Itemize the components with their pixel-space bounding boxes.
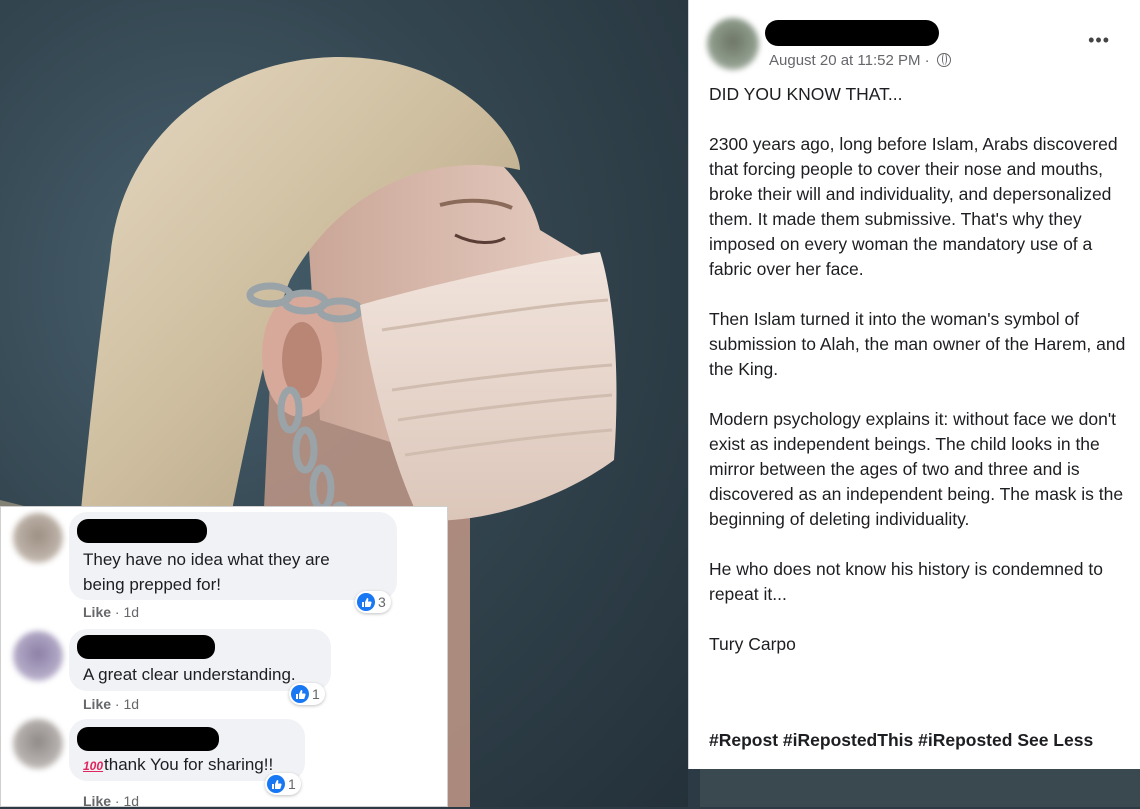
reaction-count[interactable]: 3 [355, 591, 391, 613]
globe-icon [936, 53, 951, 67]
comment-text-line: They have no idea what they are [83, 550, 330, 569]
author-avatar[interactable] [707, 18, 759, 70]
post-signature: Tury Carpo [709, 634, 796, 654]
post-timestamp-row: August 20 at 11:52 PM · [769, 52, 951, 69]
post-text: DID YOU KNOW THAT... 2300 years ago, lon… [709, 82, 1129, 682]
post-paragraph: 2300 years ago, long before Islam, Arabs… [709, 134, 1118, 279]
comment-text: thank You for sharing!! [104, 755, 274, 774]
comments-section: They have no idea what they are being pr… [0, 506, 448, 809]
commenter-avatar[interactable] [13, 631, 63, 681]
hashtags-row: #Repost #iRepostedThis #iReposted See Le… [709, 730, 1093, 751]
commenter-avatar[interactable] [13, 513, 63, 563]
like-button[interactable]: Like [83, 696, 111, 712]
reaction-number: 1 [312, 686, 320, 702]
facebook-post: August 20 at 11:52 PM · ••• DID YOU KNOW… [688, 0, 1140, 769]
post-paragraph: Then Islam turned it into the woman's sy… [709, 309, 1126, 379]
see-less-link[interactable]: See Less [1017, 730, 1093, 750]
comment-text-line: 100thank You for sharing!! [83, 752, 273, 779]
comment-actions: Like · 1d [83, 696, 139, 712]
commenter-name-redacted[interactable] [77, 635, 215, 659]
comment-bubble: They have no idea what they are being pr… [69, 512, 397, 600]
reaction-number: 3 [378, 594, 386, 610]
post-paragraph: Modern psychology explains it: without f… [709, 409, 1124, 529]
comment-actions: Like · 1d [83, 604, 139, 620]
thumbs-up-icon [291, 685, 309, 703]
author-name-redacted[interactable] [765, 20, 939, 46]
reaction-number: 1 [288, 776, 296, 792]
comment-text-line: being prepped for! [83, 575, 221, 594]
thumbs-up-icon [267, 775, 285, 793]
thumbs-up-icon [357, 593, 375, 611]
comment-text-line: A great clear understanding. [83, 665, 296, 684]
commenter-name-redacted[interactable] [77, 727, 219, 751]
comment-age[interactable]: · 1d [111, 604, 139, 620]
more-options-button[interactable]: ••• [1088, 30, 1110, 51]
post-paragraph: He who does not know his history is cond… [709, 559, 1103, 604]
commenter-avatar[interactable] [13, 719, 63, 769]
post-paragraph: DID YOU KNOW THAT... [709, 84, 903, 104]
commenter-name-redacted[interactable] [77, 519, 207, 543]
reaction-count[interactable]: 1 [289, 683, 325, 705]
comment-bubble: 100thank You for sharing!! [69, 719, 305, 781]
hundred-points-icon: 100 [83, 759, 104, 773]
comment-age[interactable]: · 1d [111, 696, 139, 712]
reaction-count[interactable]: 1 [265, 773, 301, 795]
post-timestamp[interactable]: August 20 at 11:52 PM · [769, 52, 934, 69]
hashtag-link[interactable]: #iReposted [918, 730, 1012, 750]
hashtag-link[interactable]: #iRepostedThis [783, 730, 913, 750]
hashtag-link[interactable]: #Repost [709, 730, 778, 750]
comment-bubble: A great clear understanding. [69, 629, 331, 691]
background-strip [700, 769, 1140, 807]
like-button[interactable]: Like [83, 604, 111, 620]
